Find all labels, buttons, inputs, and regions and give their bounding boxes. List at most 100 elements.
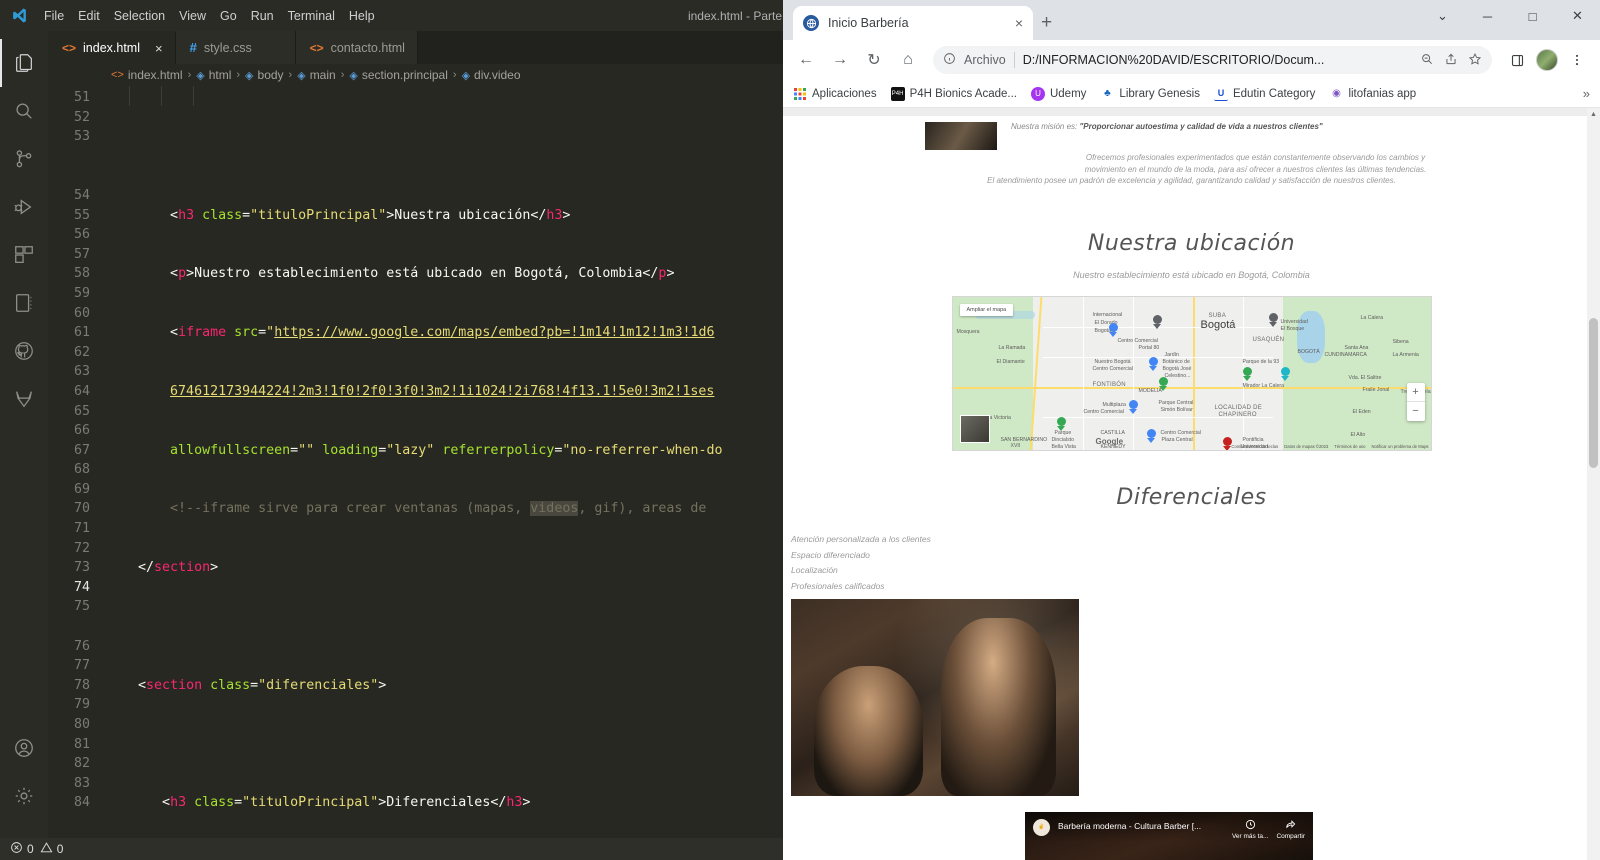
zoom-out-icon[interactable] bbox=[1420, 52, 1434, 69]
menu-edit[interactable]: Edit bbox=[78, 9, 100, 23]
accounts-icon[interactable] bbox=[0, 724, 48, 772]
star-icon[interactable] bbox=[1468, 52, 1482, 69]
map-footer-link[interactable]: Notificar un problema de Maps bbox=[1371, 444, 1428, 449]
map-pin[interactable] bbox=[1148, 356, 1158, 371]
map-pin[interactable] bbox=[1242, 366, 1252, 381]
new-tab-button[interactable]: + bbox=[1041, 12, 1052, 34]
channel-avatar[interactable]: ✌ bbox=[1033, 818, 1050, 836]
github-icon[interactable] bbox=[0, 327, 48, 375]
notebook-icon[interactable] bbox=[0, 279, 48, 327]
settings-gear-icon[interactable] bbox=[0, 772, 48, 820]
home-button[interactable]: ⌂ bbox=[893, 45, 923, 75]
vscode-activity-bar bbox=[0, 31, 48, 860]
breadcrumb-item-div-video[interactable]: ◈ div.video bbox=[462, 68, 521, 82]
map-pin[interactable] bbox=[1280, 366, 1290, 381]
close-icon[interactable]: × bbox=[1015, 15, 1023, 31]
line-number: 80 bbox=[73, 717, 90, 732]
status-warnings[interactable]: 0 bbox=[40, 841, 63, 857]
profile-avatar[interactable] bbox=[1536, 49, 1558, 71]
map-pin[interactable] bbox=[1146, 428, 1156, 443]
map-zoom-out-button[interactable]: − bbox=[1407, 402, 1425, 421]
map-pin[interactable] bbox=[1152, 314, 1162, 329]
breadcrumb-label: section.principal bbox=[361, 68, 448, 82]
google-map-embed[interactable]: Ampliar el mapa Bogotá Mosquera La Ramada… bbox=[951, 295, 1432, 451]
source-control-icon[interactable] bbox=[0, 135, 48, 183]
reload-button[interactable]: ↻ bbox=[859, 45, 889, 75]
line-number: 72 bbox=[73, 540, 90, 556]
forward-button[interactable]: → bbox=[825, 45, 855, 75]
map-pin[interactable] bbox=[1158, 376, 1168, 391]
status-errors[interactable]: 0 bbox=[10, 841, 34, 857]
close-icon[interactable]: × bbox=[155, 41, 163, 56]
menu-view[interactable]: View bbox=[179, 9, 206, 23]
map-pin[interactable] bbox=[1222, 436, 1232, 450]
bookmark-udemy[interactable]: U Udemy bbox=[1030, 86, 1086, 101]
map-place-label: Santa Ana bbox=[1344, 344, 1369, 351]
map-zoom-in-button[interactable]: + bbox=[1406, 383, 1425, 402]
video-title[interactable]: Barbería moderna - Cultura Barber [... bbox=[1058, 819, 1224, 831]
youtube-video-embed[interactable]: BARB ✌ Barbería moderna - Cultura Barber… bbox=[1025, 811, 1313, 860]
vscode-menubar[interactable]: File Edit Selection View Go Run Terminal… bbox=[44, 9, 375, 23]
scroll-up-arrow[interactable]: ▲ bbox=[1587, 108, 1600, 121]
menu-run[interactable]: Run bbox=[251, 9, 274, 23]
menu-go[interactable]: Go bbox=[220, 9, 237, 23]
close-window-button[interactable]: ✕ bbox=[1555, 0, 1600, 32]
editor-tab-style-css[interactable]: # style.css bbox=[175, 31, 296, 64]
page-scrollbar[interactable]: ▲ ▼ bbox=[1587, 108, 1600, 860]
info-circle-icon[interactable] bbox=[943, 52, 956, 68]
bookmark-p4h-bionics[interactable]: P4H P4H Bionics Acade... bbox=[890, 86, 1017, 101]
map-pin[interactable] bbox=[1108, 322, 1118, 337]
minimize-button[interactable]: ─ bbox=[1465, 0, 1510, 32]
html-icon: <> bbox=[111, 69, 124, 81]
map-pin[interactable] bbox=[1056, 416, 1066, 431]
code-content[interactable]: <h3 class="tituloPrincipal">Nuestra ubic… bbox=[106, 86, 790, 860]
bookmark-edutin-category[interactable]: U Edutin Category bbox=[1213, 87, 1315, 101]
menu-terminal[interactable]: Terminal bbox=[288, 9, 335, 23]
code-editor[interactable]: 51 52 53 54 55 56 57 58 59 60 61 62 63 6… bbox=[48, 86, 790, 860]
bookmark-litofanias-app[interactable]: ◉ litofanias app bbox=[1329, 87, 1416, 101]
map-street-view-thumbnail[interactable] bbox=[959, 414, 990, 443]
chevron-right-icon: › bbox=[236, 69, 241, 81]
bookmark-aplicaciones[interactable]: Aplicaciones bbox=[793, 87, 877, 101]
chrome-toolbar: ← → ↻ ⌂ Archivo D:/INFORMACION%20DAVID/E… bbox=[783, 40, 1600, 80]
tools-image bbox=[925, 122, 997, 150]
bookmark-library-genesis[interactable]: ♣ Library Genesis bbox=[1100, 87, 1200, 101]
breadcrumb-item-main[interactable]: ◈ main bbox=[297, 68, 335, 82]
back-button[interactable]: ← bbox=[791, 45, 821, 75]
breadcrumb-item-html[interactable]: ◈ html bbox=[196, 68, 231, 82]
menu-selection[interactable]: Selection bbox=[114, 9, 165, 23]
editor-tab-contacto-html[interactable]: <> contacto.html bbox=[295, 31, 418, 64]
run-debug-icon[interactable] bbox=[0, 183, 48, 231]
breadcrumb-item-file[interactable]: <> index.html bbox=[111, 68, 183, 82]
map-pin[interactable] bbox=[1268, 312, 1278, 327]
map-pin[interactable] bbox=[1128, 399, 1138, 414]
bookmarks-overflow-button[interactable]: » bbox=[1583, 86, 1590, 101]
omnibox-url[interactable]: D:/INFORMACION%20DAVID/ESCRITORIO/Docum.… bbox=[1023, 53, 1412, 67]
browser-tab[interactable]: Inicio Barbería × bbox=[793, 6, 1033, 40]
gitlab-icon[interactable] bbox=[0, 375, 48, 423]
address-bar[interactable]: Archivo D:/INFORMACION%20DAVID/ESCRITORI… bbox=[933, 46, 1492, 74]
three-dots-menu-icon[interactable] bbox=[1562, 45, 1592, 75]
scrollbar-thumb[interactable] bbox=[1589, 318, 1598, 468]
extensions-icon[interactable] bbox=[0, 231, 48, 279]
search-icon[interactable] bbox=[0, 87, 48, 135]
map-place-label: XVII bbox=[1010, 442, 1021, 449]
map-footer-link[interactable]: Combinaciones de teclas bbox=[1231, 444, 1278, 449]
watch-later-button[interactable]: Ver más ta... bbox=[1232, 819, 1268, 840]
map-footer-link[interactable]: Términos de uso bbox=[1334, 444, 1365, 449]
menu-file[interactable]: File bbox=[44, 9, 64, 23]
menu-help[interactable]: Help bbox=[349, 9, 375, 23]
map-expand-button[interactable]: Ampliar el mapa bbox=[959, 303, 1014, 316]
share-icon[interactable] bbox=[1444, 52, 1458, 69]
explorer-icon[interactable] bbox=[0, 39, 48, 87]
css-icon: # bbox=[189, 40, 197, 55]
side-panel-icon[interactable] bbox=[1502, 45, 1532, 75]
breadcrumb-item-body[interactable]: ◈ body bbox=[245, 68, 284, 82]
share-button[interactable]: Compartir bbox=[1276, 819, 1305, 840]
code-line-53: <iframe src="https://www.google.com/maps… bbox=[170, 325, 715, 341]
breadcrumb-item-section[interactable]: ◈ section.principal bbox=[349, 68, 448, 82]
map-place-label: Bella Vista bbox=[1051, 443, 1076, 450]
maximize-button[interactable]: □ bbox=[1510, 0, 1555, 32]
tab-search-chevron-icon[interactable]: ⌄ bbox=[1420, 0, 1465, 32]
editor-tab-index-html[interactable]: <> index.html × bbox=[48, 31, 176, 64]
